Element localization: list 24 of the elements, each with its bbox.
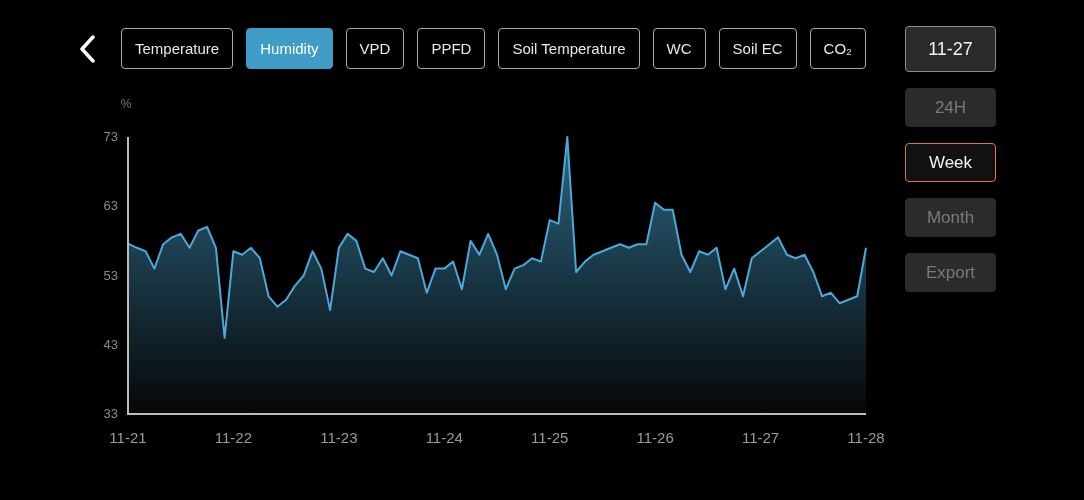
metric-tab[interactable]: PPFD — [417, 28, 486, 69]
tick-label: 11-26 — [636, 429, 674, 446]
metric-tab[interactable]: Soil Temperature — [498, 28, 640, 69]
tick-label: 11-21 — [109, 429, 147, 446]
unit-label: % — [120, 97, 132, 111]
tick-label: 11-28 — [847, 429, 885, 446]
metric-tab[interactable]: CO₂ — [809, 28, 866, 69]
metric-tab[interactable]: WC — [652, 28, 706, 69]
metric-tab[interactable]: Soil EC — [718, 28, 797, 69]
tick-label: 11-22 — [214, 429, 253, 446]
tick-label: 11-23 — [320, 429, 358, 446]
metric-tab[interactable]: VPD — [345, 28, 405, 69]
range-button[interactable]: Week — [905, 143, 996, 182]
back-icon — [78, 34, 96, 63]
tick-label: 53 — [103, 267, 118, 283]
tick-label: 63 — [103, 198, 118, 214]
tick-label: 73 — [103, 129, 118, 144]
tick-label: 11-27 — [741, 429, 780, 446]
tick-label: 33 — [103, 406, 118, 421]
date-button[interactable]: 11-27 — [905, 26, 996, 72]
tick-label: 11-25 — [531, 429, 569, 446]
metric-tab[interactable]: Temperature — [121, 28, 234, 69]
tick-label: 11-24 — [425, 429, 463, 446]
tick-label: 43 — [103, 336, 118, 352]
